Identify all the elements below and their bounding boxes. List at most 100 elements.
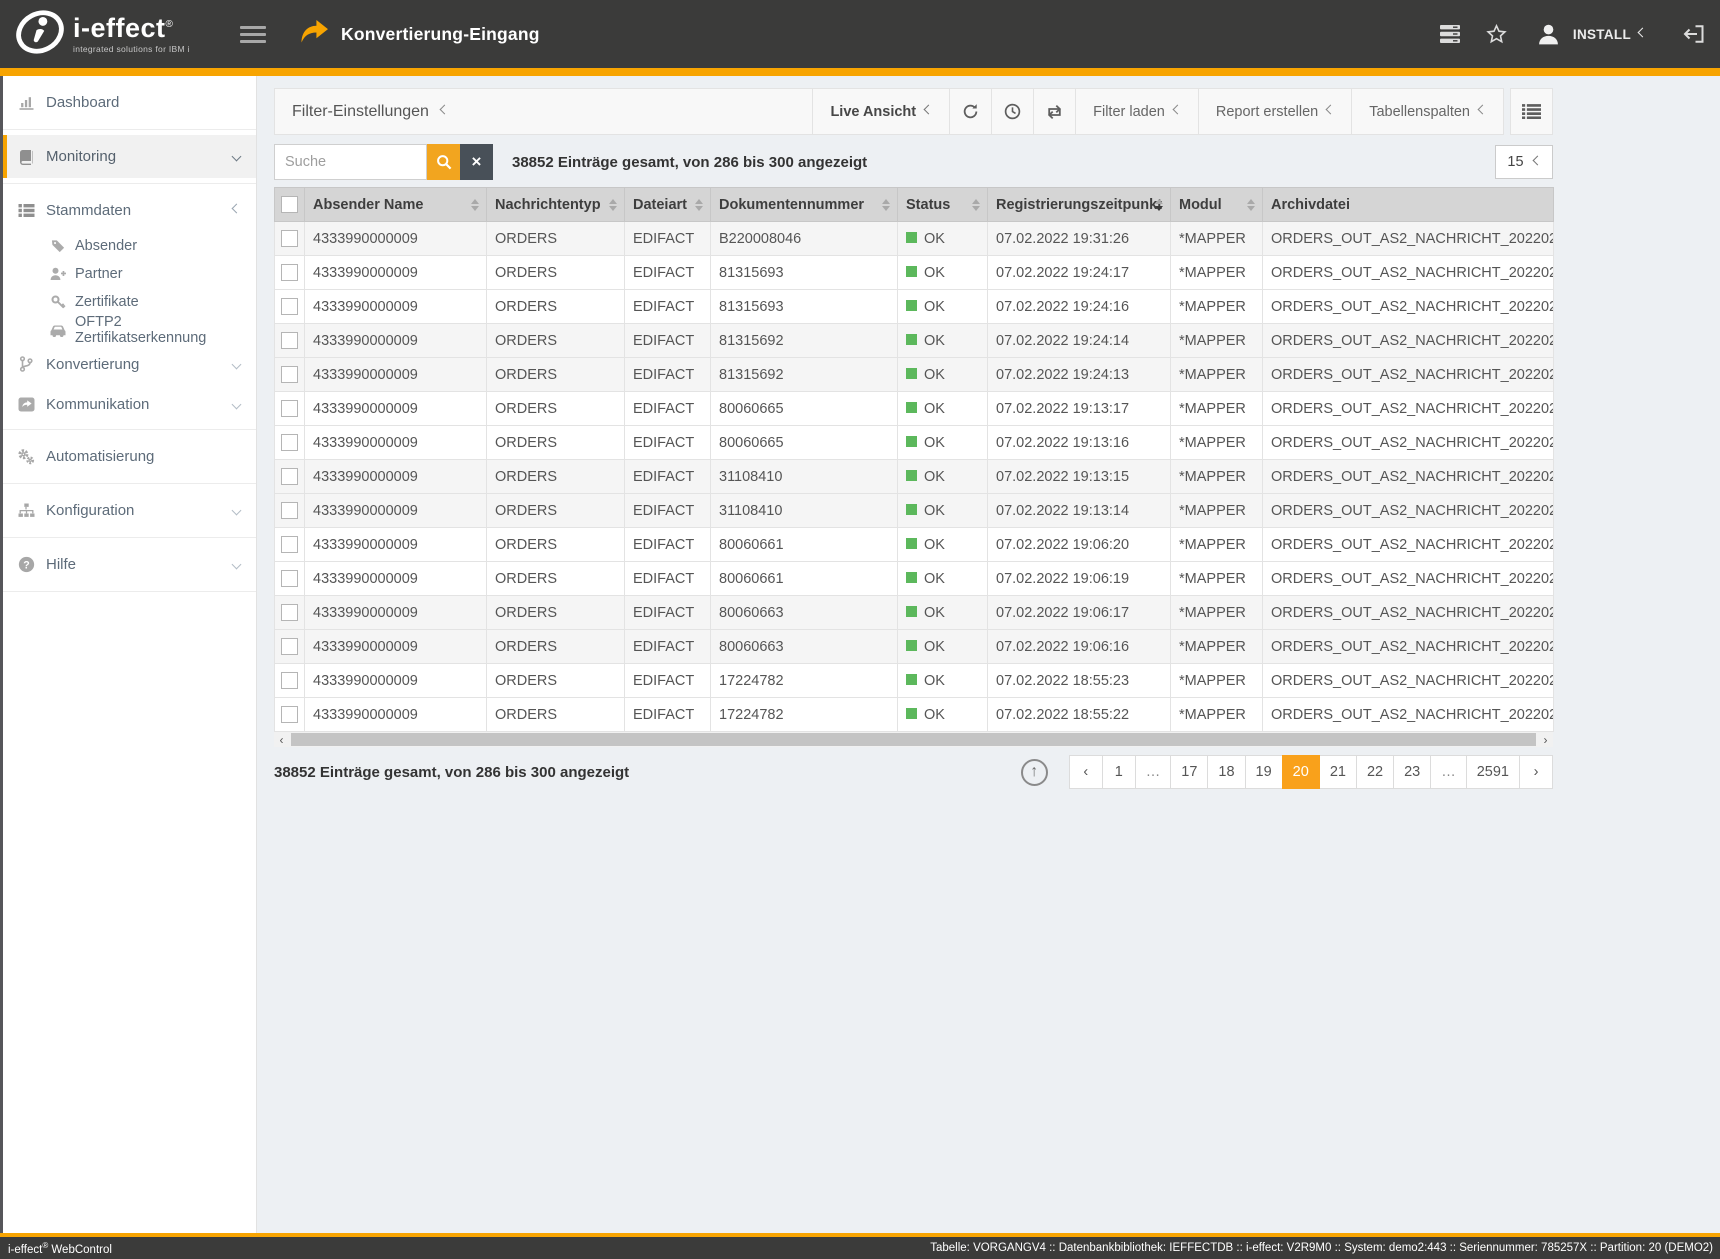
sort-icons: [1247, 195, 1255, 215]
sidebar-item-hilfe[interactable]: ? Hilfe: [3, 543, 256, 586]
sidebar-item-automatisierung[interactable]: Automatisierung: [3, 435, 256, 478]
table-row[interactable]: 4333990000009 ORDERS EDIFACT 81315693 OK…: [275, 256, 1554, 290]
pagination-page-button[interactable]: 2591: [1466, 755, 1520, 789]
table-row[interactable]: 4333990000009 ORDERS EDIFACT B220008046 …: [275, 222, 1554, 256]
sidebar-item-kommunikation[interactable]: Kommunikation: [3, 384, 256, 424]
pagination-page-button[interactable]: 23: [1393, 755, 1431, 789]
column-header-registrierungszeitpunkt[interactable]: Registrierungszeitpunkt: [988, 188, 1171, 222]
row-checkbox[interactable]: [281, 468, 298, 485]
row-checkbox[interactable]: [281, 502, 298, 519]
live-view-button[interactable]: Live Ansicht: [812, 88, 950, 135]
pagination-page-button[interactable]: 17: [1170, 755, 1208, 789]
row-checkbox[interactable]: [281, 298, 298, 315]
column-header-nachrichtentyp[interactable]: Nachrichtentyp: [487, 188, 625, 222]
page-title-group: Konvertierung-Eingang: [300, 19, 540, 49]
table-row[interactable]: 4333990000009 ORDERS EDIFACT 80060661 OK…: [275, 528, 1554, 562]
column-header-status[interactable]: Status: [898, 188, 988, 222]
table-row[interactable]: 4333990000009 ORDERS EDIFACT 80060663 OK…: [275, 596, 1554, 630]
server-icon[interactable]: [1440, 25, 1460, 43]
chevron-down-icon: [1326, 105, 1336, 115]
cell-dokumentennummer: 17224782: [711, 664, 898, 698]
user-avatar-icon[interactable]: [1537, 23, 1560, 46]
create-report-button[interactable]: Report erstellen: [1198, 88, 1352, 135]
pagination-page-button[interactable]: 18: [1207, 755, 1245, 789]
scroll-left-arrow[interactable]: ‹: [274, 732, 289, 747]
sidebar-item-zertifikate[interactable]: Zertifikate: [3, 288, 256, 316]
cell-dokumentennummer: 80060663: [711, 630, 898, 664]
pagination-page-button[interactable]: 19: [1245, 755, 1283, 789]
sidebar-item-konfiguration[interactable]: Konfiguration: [3, 489, 256, 532]
column-header-modul[interactable]: Modul: [1171, 188, 1263, 222]
pagination-page-button[interactable]: ‹: [1069, 755, 1103, 789]
cell-archivdatei: ORDERS_OUT_AS2_NACHRICHT_20220207_1906: [1263, 562, 1554, 596]
user-menu[interactable]: INSTALL: [1573, 27, 1646, 42]
search-input[interactable]: [274, 144, 427, 180]
sidebar-item-oftp2-zertifikatserkennung[interactable]: OFTP2 Zertifikatserkennung: [3, 316, 256, 344]
logout-icon[interactable]: [1682, 24, 1704, 44]
scroll-right-arrow[interactable]: ›: [1538, 732, 1553, 747]
pagination-page-button[interactable]: 20: [1282, 755, 1320, 789]
filter-load-button[interactable]: Filter laden: [1075, 88, 1199, 135]
clear-search-button[interactable]: ×: [460, 144, 493, 180]
table-row[interactable]: 4333990000009 ORDERS EDIFACT 17224782 OK…: [275, 698, 1554, 732]
table-row[interactable]: 4333990000009 ORDERS EDIFACT 17224782 OK…: [275, 664, 1554, 698]
favorites-star-icon[interactable]: [1486, 24, 1507, 44]
table-row[interactable]: 4333990000009 ORDERS EDIFACT 80060663 OK…: [275, 630, 1554, 664]
auto-reload-button[interactable]: [1033, 88, 1076, 135]
pagination-page-button[interactable]: …: [1430, 755, 1467, 789]
cell-dokumentennummer: 80060665: [711, 392, 898, 426]
pagination-page-button[interactable]: 1: [1102, 755, 1136, 789]
row-checkbox[interactable]: [281, 264, 298, 281]
row-checkbox[interactable]: [281, 672, 298, 689]
column-header-dateiart[interactable]: Dateiart: [625, 188, 711, 222]
page-size-select[interactable]: 15: [1495, 145, 1553, 179]
row-checkbox[interactable]: [281, 570, 298, 587]
table-row[interactable]: 4333990000009 ORDERS EDIFACT 31108410 OK…: [275, 494, 1554, 528]
view-list-button[interactable]: [1510, 88, 1553, 135]
sidebar-item-partner[interactable]: Partner: [3, 260, 256, 288]
refresh-button[interactable]: [949, 88, 992, 135]
row-checkbox[interactable]: [281, 604, 298, 621]
pagination-page-button[interactable]: ›: [1519, 755, 1553, 789]
column-header-absender-name[interactable]: Absender Name: [305, 188, 487, 222]
table-row[interactable]: 4333990000009 ORDERS EDIFACT 80060665 OK…: [275, 426, 1554, 460]
scroll-to-top-button[interactable]: ↑: [1021, 759, 1048, 786]
row-checkbox[interactable]: [281, 434, 298, 451]
row-checkbox[interactable]: [281, 638, 298, 655]
cell-registrierungszeitpunkt: 07.02.2022 19:06:17: [988, 596, 1171, 630]
table-row[interactable]: 4333990000009 ORDERS EDIFACT 81315692 OK…: [275, 324, 1554, 358]
sidebar-item-monitoring[interactable]: Monitoring: [3, 135, 256, 178]
sidebar-item-absender[interactable]: Absender: [3, 232, 256, 260]
table-row[interactable]: 4333990000009 ORDERS EDIFACT 81315692 OK…: [275, 358, 1554, 392]
sidebar-item-konvertierung[interactable]: Konvertierung: [3, 344, 256, 384]
row-checkbox[interactable]: [281, 706, 298, 723]
row-checkbox[interactable]: [281, 332, 298, 349]
row-checkbox[interactable]: [281, 366, 298, 383]
row-checkbox[interactable]: [281, 536, 298, 553]
table-row[interactable]: 4333990000009 ORDERS EDIFACT 81315693 OK…: [275, 290, 1554, 324]
sitemap-icon: [17, 502, 35, 520]
search-button[interactable]: [427, 144, 460, 180]
scrollbar-thumb[interactable]: [291, 733, 1536, 746]
pagination-page-button[interactable]: …: [1135, 755, 1172, 789]
history-clock-button[interactable]: [991, 88, 1034, 135]
table-row[interactable]: 4333990000009 ORDERS EDIFACT 80060661 OK…: [275, 562, 1554, 596]
chevron-left-icon: [232, 506, 242, 516]
pagination-page-button[interactable]: 22: [1356, 755, 1394, 789]
table-columns-button[interactable]: Tabellenspalten: [1351, 88, 1504, 135]
menu-toggle-icon[interactable]: [240, 22, 266, 47]
column-header-dokumentennummer[interactable]: Dokumentennummer: [711, 188, 898, 222]
select-all-checkbox[interactable]: [281, 196, 298, 213]
row-checkbox[interactable]: [281, 230, 298, 247]
cell-modul: *MAPPER: [1171, 426, 1263, 460]
row-checkbox[interactable]: [281, 400, 298, 417]
filter-settings-toggle[interactable]: Filter-Einstellungen: [274, 88, 813, 135]
column-header-archivdatei[interactable]: Archivdatei: [1263, 188, 1554, 222]
sidebar-item-dashboard[interactable]: Dashboard: [3, 81, 256, 124]
i-effect-logo[interactable]: i-effect® integrated solutions for IBM i: [14, 6, 226, 63]
pagination-page-button[interactable]: 21: [1319, 755, 1357, 789]
table-row[interactable]: 4333990000009 ORDERS EDIFACT 80060665 OK…: [275, 392, 1554, 426]
sidebar-item-stammdaten[interactable]: Stammdaten: [3, 189, 256, 232]
table-row[interactable]: 4333990000009 ORDERS EDIFACT 31108410 OK…: [275, 460, 1554, 494]
footer-system-info: Tabelle: VORGANGV4 :: Datenbankbibliothe…: [930, 1242, 1713, 1254]
